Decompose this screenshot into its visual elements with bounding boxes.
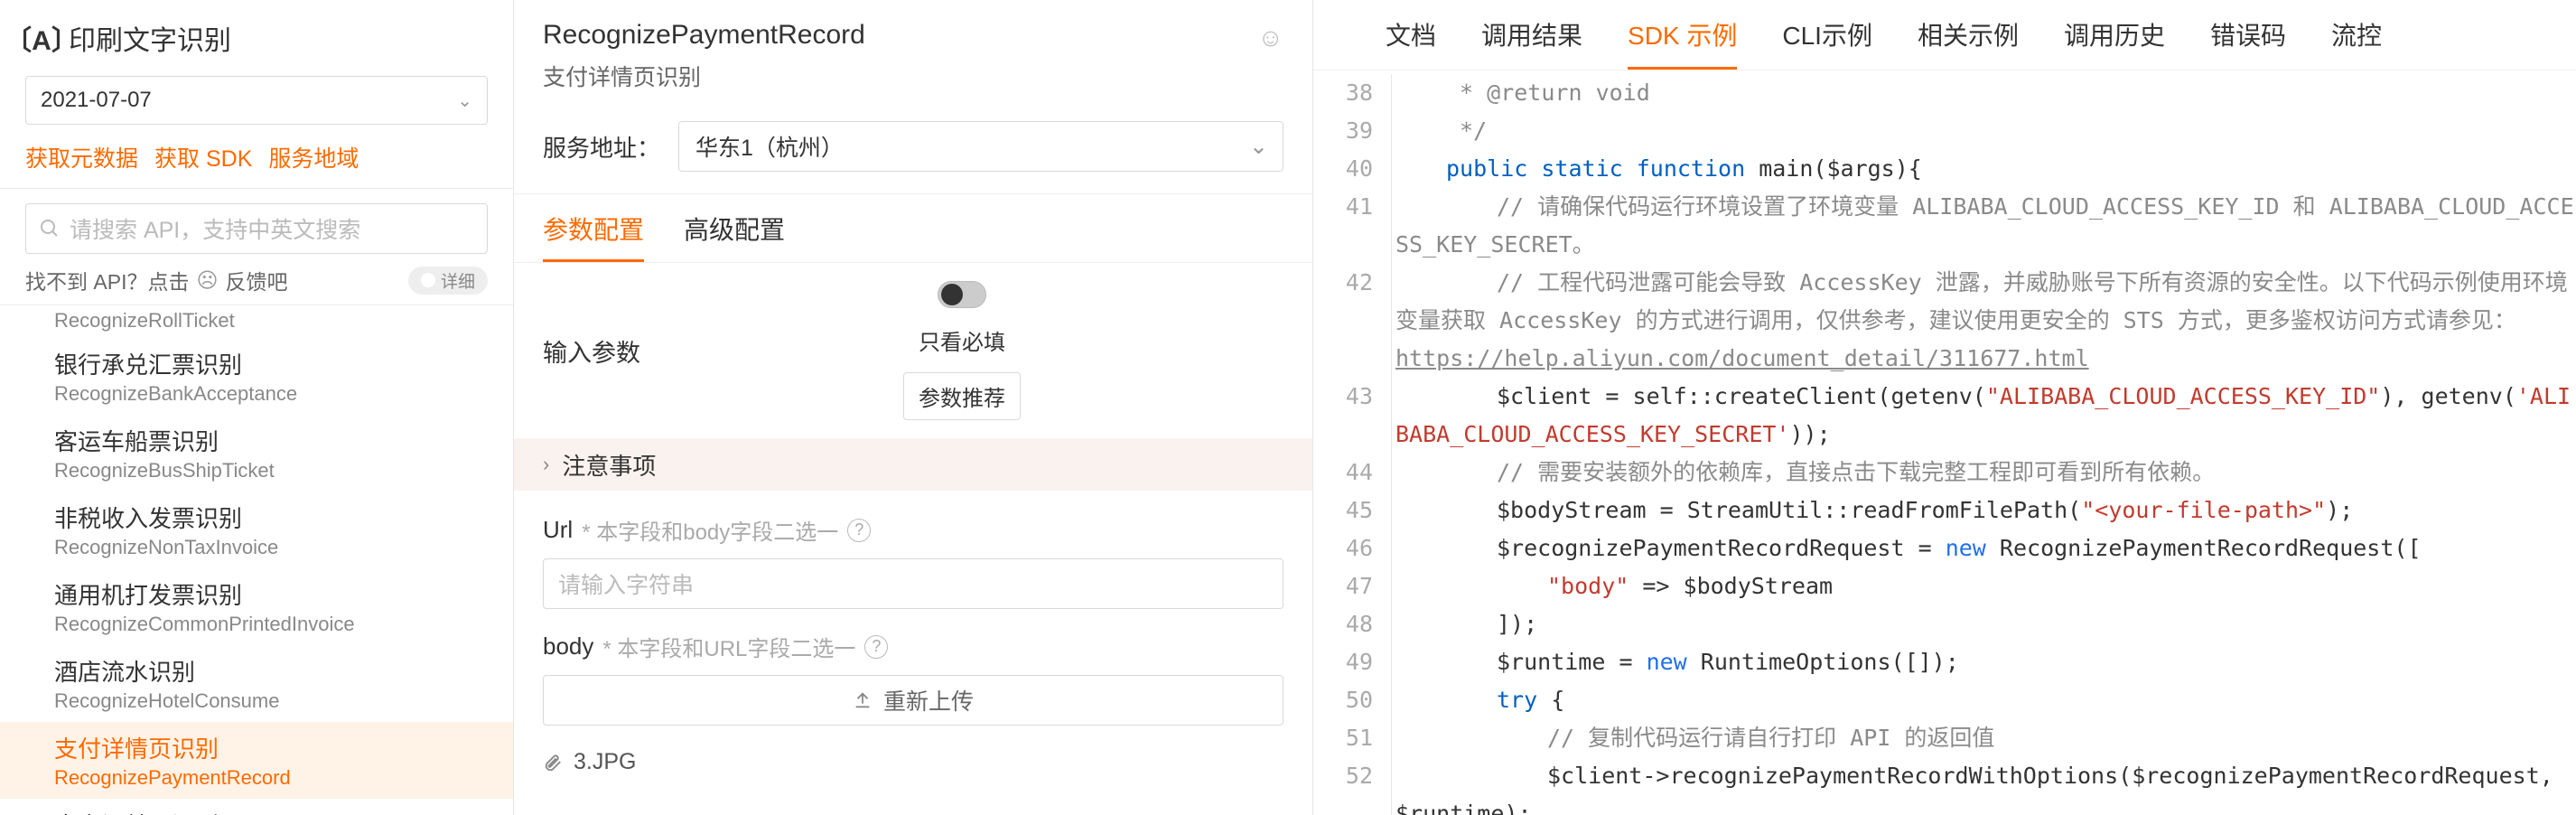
help-icon[interactable]: ? <box>847 519 871 542</box>
api-item-sub: RecognizePaymentRecord <box>54 766 488 790</box>
version-select[interactable]: 2021-07-07 ⌄ <box>25 76 488 125</box>
chevron-right-icon: › <box>543 453 549 476</box>
link-sdk[interactable]: 获取 SDK <box>154 141 252 173</box>
tab-advanced[interactable]: 高级配置 <box>684 211 785 262</box>
url-input[interactable]: 请输入字符串 <box>543 558 1283 609</box>
sidebar-item-bus[interactable]: 客运车船票识别RecognizeBusShipTicket <box>0 415 513 492</box>
right-tab-0[interactable]: 文档 <box>1386 16 1436 70</box>
upload-icon <box>853 690 873 710</box>
region-select[interactable]: 华东1（杭州） ⌄ <box>678 121 1283 172</box>
feedback-prefix: 找不到 API？点击 <box>25 265 189 295</box>
api-item-title: 支付详情页识别 <box>54 731 488 764</box>
url-label: Url <box>543 516 573 544</box>
api-item-title: 非税收入发票识别 <box>54 501 488 534</box>
feedback-link[interactable]: 反馈吧 <box>225 265 287 295</box>
mid-tabs: 参数配置 高级配置 <box>514 194 1312 262</box>
sidebar-item-payment[interactable]: 支付详情页识别RecognizePaymentRecord <box>0 722 513 799</box>
api-item-title: 通用机打发票识别 <box>54 577 488 611</box>
sidebar: 〔A〕 印刷文字识别 2021-07-07 ⌄ 获取元数据 获取 SDK 服务地… <box>0 0 514 815</box>
api-item-title: 银行承兑汇票识别 <box>54 347 488 380</box>
region-value: 华东1（杭州） <box>695 130 844 163</box>
right-tab-2[interactable]: SDK 示例 <box>1628 16 1737 70</box>
api-item-sub: RecognizeHotelConsume <box>54 689 488 713</box>
api-item-sub: RecognizeCommonPrintedInvoice <box>54 613 488 636</box>
recommend-button[interactable]: 参数推荐 <box>903 372 1021 420</box>
sidebar-item-common[interactable]: 通用机打发票识别RecognizeCommonPrintedInvoice <box>0 568 513 645</box>
only-required-switch[interactable] <box>938 281 986 308</box>
sidebar-header: 〔A〕 印刷文字识别 <box>0 0 513 69</box>
right-tab-1[interactable]: 调用结果 <box>1481 16 1582 70</box>
right-panel: 文档调用结果 SDK 示例 CLI示例相关示例调用历史错误码流控 383940414… <box>1313 0 2576 815</box>
url-placeholder: 请输入字符串 <box>558 567 694 600</box>
right-tab-4[interactable]: 相关示例 <box>1918 16 2019 70</box>
sidebar-item-roll[interactable]: RecognizeRollTicket <box>0 305 513 338</box>
logo-icon: 〔A〕 <box>25 22 58 54</box>
api-title: RecognizePaymentRecord <box>543 20 1283 51</box>
api-item-title: 酒店流水识别 <box>54 654 488 688</box>
api-subtitle: 支付详情页识别 <box>543 60 1283 92</box>
sidebar-item-nontax[interactable]: 非税收入发票识别RecognizeNonTaxInvoice <box>0 492 513 568</box>
api-list[interactable]: RecognizeRollTicket银行承兑汇票识别RecognizeBank… <box>0 304 513 815</box>
reupload-label: 重新上传 <box>883 684 974 717</box>
feedback-row: 找不到 API？点击 ☹ 反馈吧 详细 <box>0 265 513 304</box>
api-item-title: 客运车船票识别 <box>54 424 488 457</box>
sidebar-item-bank[interactable]: 银行承兑汇票识别RecognizeBankAcceptance <box>0 338 513 415</box>
only-required-label: 只看必填 <box>919 324 1005 356</box>
tab-params[interactable]: 参数配置 <box>543 211 644 262</box>
version-value: 2021-07-07 <box>41 88 152 113</box>
api-item-sub: RecognizeBusShipTicket <box>54 459 488 482</box>
reupload-button[interactable]: 重新上传 <box>543 675 1283 726</box>
uploaded-file-row: 3.JPG <box>514 742 1312 775</box>
region-label: 服务地址： <box>543 130 660 164</box>
api-item-sub: RecognizeNonTaxInvoice <box>54 536 488 559</box>
code-area[interactable]: 38394041424344454647484950515253 * @retu… <box>1313 70 2576 815</box>
params-header: 输入参数 <box>543 333 640 369</box>
link-region[interactable]: 服务地域 <box>268 141 359 173</box>
sidebar-title: 印刷文字识别 <box>69 18 231 58</box>
code-body: * @return void */public static function … <box>1391 74 2576 815</box>
sidebar-links: 获取元数据 获取 SDK 服务地域 <box>0 136 513 188</box>
right-tab-6[interactable]: 错误码 <box>2210 16 2286 70</box>
file-name: 3.JPG <box>574 749 636 775</box>
right-tab-7[interactable]: 流控 <box>2331 16 2382 70</box>
url-hint: * 本字段和body字段二选一 <box>582 514 838 546</box>
smile-icon[interactable]: ☺ <box>1257 23 1283 52</box>
code-gutter: 38394041424344454647484950515253 <box>1313 74 1387 815</box>
notice-label: 注意事项 <box>562 448 656 482</box>
body-label: body <box>543 632 593 660</box>
api-item-sub: RecognizeBankAcceptance <box>54 382 488 406</box>
detail-toggle[interactable]: 详细 <box>408 267 488 295</box>
right-tab-3[interactable]: CLI示例 <box>1782 16 1872 70</box>
paperclip-icon <box>543 753 563 773</box>
search-input[interactable]: 请搜索 API，支持中英文搜索 <box>25 203 488 254</box>
notice-bar[interactable]: › 注意事项 <box>514 438 1312 491</box>
sidebar-item-ecom[interactable]: 电商订单页识别 <box>0 799 513 815</box>
help-icon[interactable]: ? <box>864 635 888 659</box>
api-item-title: 电商订单页识别 <box>54 808 488 815</box>
right-tabs: 文档调用结果 SDK 示例 CLI示例相关示例调用历史错误码流控 <box>1313 0 2576 70</box>
sidebar-item-hotel[interactable]: 酒店流水识别RecognizeHotelConsume <box>0 645 513 722</box>
right-tab-5[interactable]: 调用历史 <box>2064 16 2165 70</box>
frown-icon: ☹ <box>196 268 218 293</box>
body-hint: * 本字段和URL字段二选一 <box>602 631 855 662</box>
search-placeholder: 请搜索 API，支持中英文搜索 <box>70 212 360 245</box>
search-icon <box>39 218 61 239</box>
chevron-down-icon: ⌄ <box>457 89 472 112</box>
middle-panel: RecognizePaymentRecord 支付详情页识别 ☺ 服务地址： 华… <box>514 0 1313 815</box>
field-body: body * 本字段和URL字段二选一 ? 重新上传 <box>514 625 1312 742</box>
link-metadata[interactable]: 获取元数据 <box>25 141 138 173</box>
chevron-down-icon: ⌄ <box>1249 133 1268 160</box>
field-url: Url * 本字段和body字段二选一 ? 请输入字符串 <box>514 509 1312 625</box>
